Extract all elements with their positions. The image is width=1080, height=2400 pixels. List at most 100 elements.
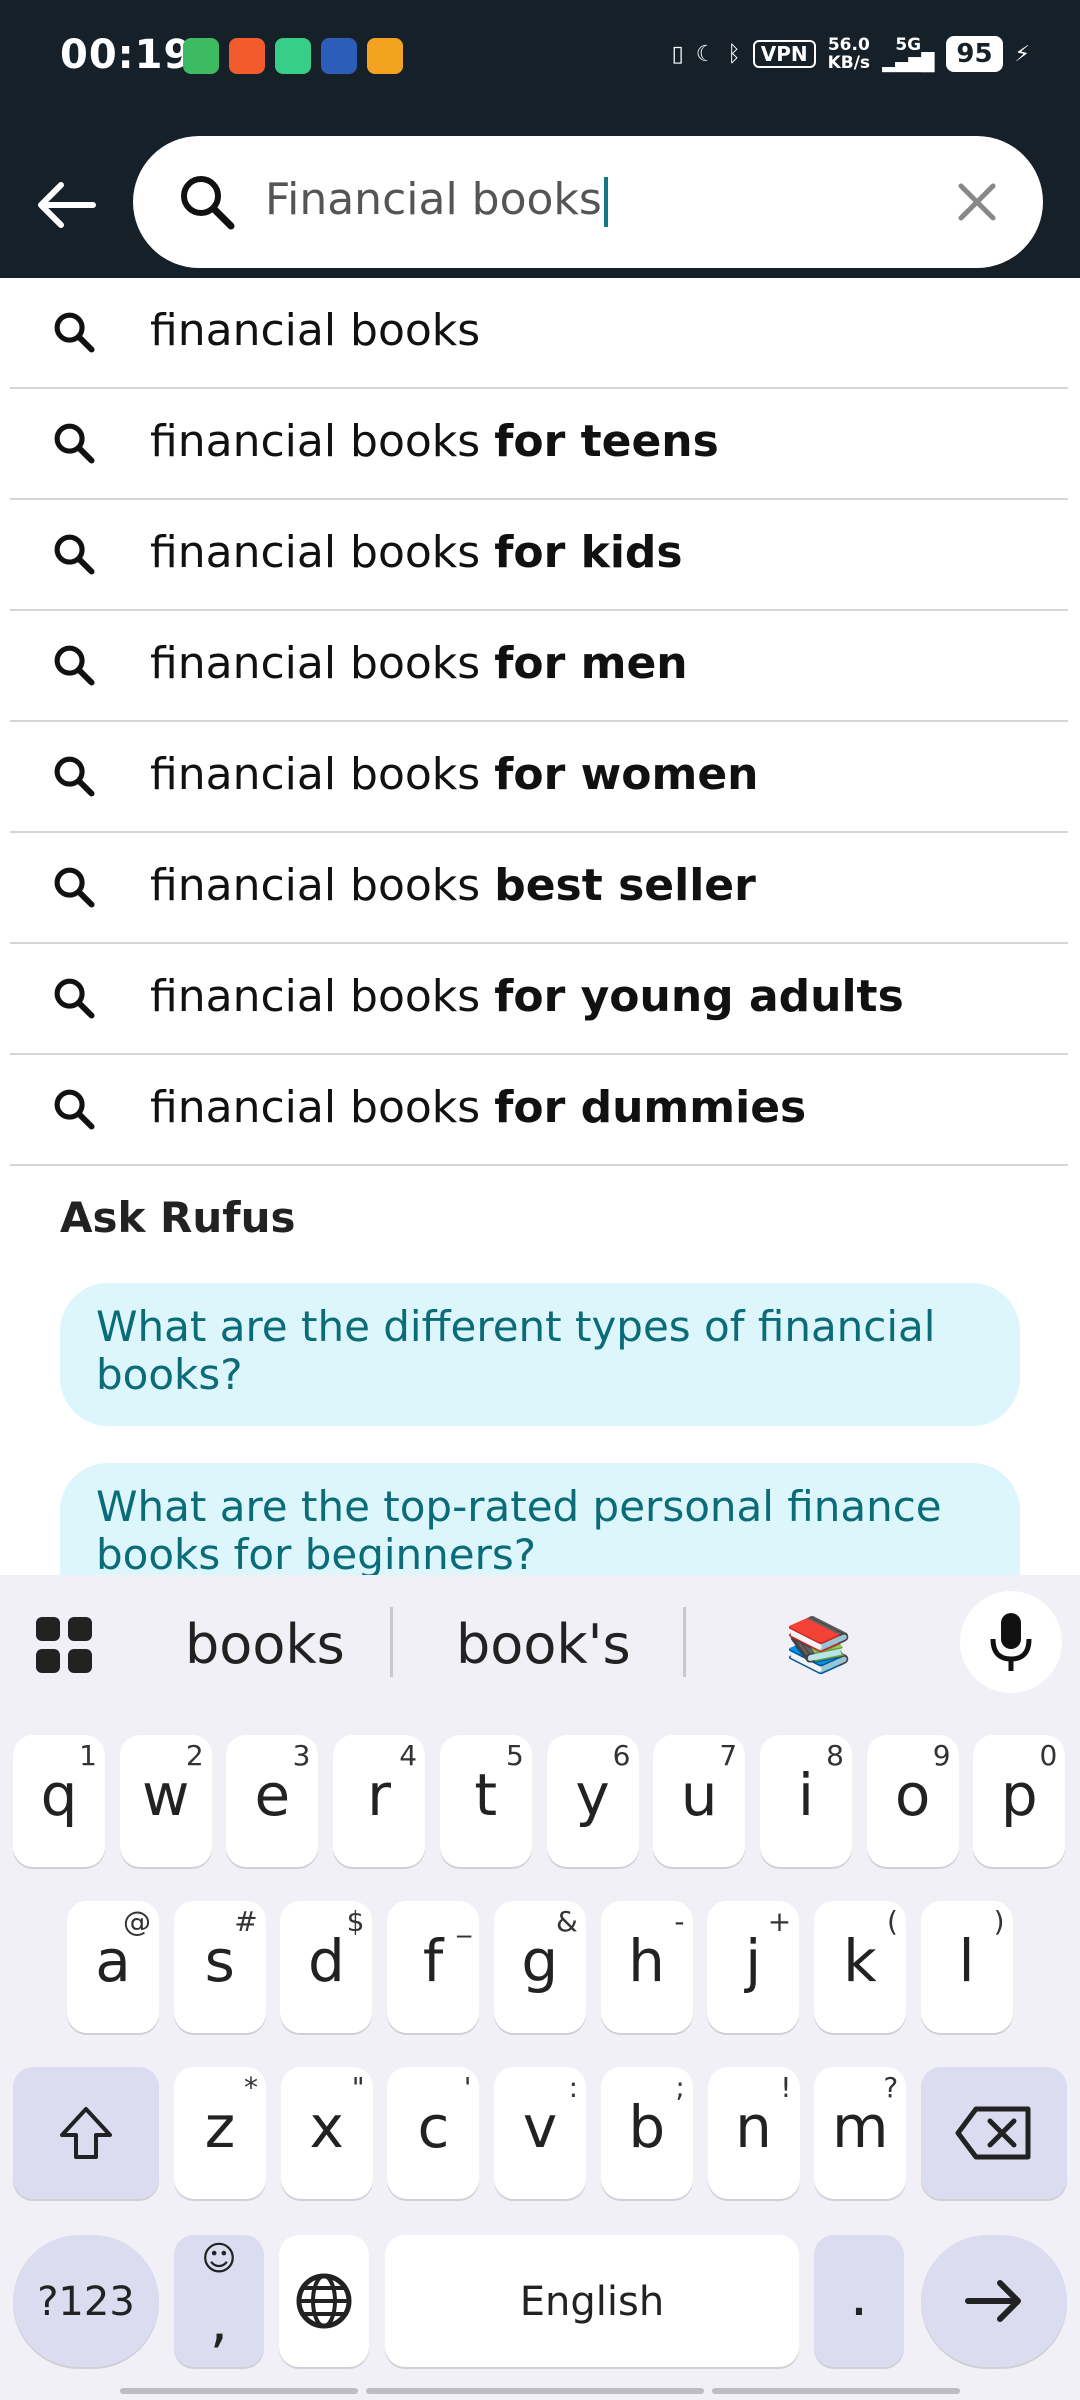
search-field[interactable]: Financial books bbox=[133, 136, 1043, 268]
key-g[interactable]: g & bbox=[493, 1901, 586, 2033]
key-secondary-label: $ bbox=[346, 1905, 365, 1938]
search-input[interactable]: Financial books bbox=[265, 174, 608, 227]
key-label: , bbox=[209, 2287, 229, 2355]
key-d[interactable]: d $ bbox=[280, 1901, 373, 2033]
period-key[interactable]: . bbox=[814, 2235, 904, 2367]
key-r[interactable]: r4 bbox=[333, 1735, 426, 1867]
key-j[interactable]: j + bbox=[707, 1901, 800, 2033]
emoji-suggestion[interactable]: 📚 bbox=[785, 1613, 852, 1677]
key-v[interactable]: v: bbox=[494, 2067, 587, 2199]
key-y[interactable]: y6 bbox=[546, 1735, 639, 1867]
suggestion-item[interactable]: financial books for dummies bbox=[10, 1055, 1068, 1166]
word-suggestion[interactable]: books bbox=[185, 1613, 345, 1676]
vpn-badge: VPN bbox=[752, 40, 816, 68]
text-cursor bbox=[603, 177, 608, 227]
net-speed-unit: KB/s bbox=[827, 53, 871, 73]
suggestion-item[interactable]: financial books for young adults bbox=[10, 944, 1068, 1055]
key-secondary-label: - bbox=[674, 1905, 685, 1938]
apps-grid-icon[interactable] bbox=[34, 1615, 94, 1675]
app-header: 00:19 ▯ ☾ ᛒ VPN 56.0 KB/s 5G ▂▄▆█ 95 ⚡ Fin… bbox=[0, 0, 1080, 278]
suggestion-text: financial books for dummies bbox=[150, 1082, 807, 1133]
search-icon bbox=[54, 312, 95, 353]
key-secondary-label: ' bbox=[463, 2071, 472, 2104]
key-l[interactable]: l) bbox=[920, 1901, 1013, 2033]
comma-key[interactable]: ☺, bbox=[174, 2235, 264, 2367]
suggestion-text: financial books best seller bbox=[150, 860, 756, 911]
key-n[interactable]: n! bbox=[707, 2067, 800, 2199]
net-speed-value: 56.0 bbox=[827, 35, 870, 55]
key-a[interactable]: a @ bbox=[67, 1901, 159, 2033]
key-i[interactable]: i8 bbox=[759, 1735, 852, 1867]
space-key[interactable]: English bbox=[385, 2235, 799, 2367]
key-o[interactable]: o9 bbox=[866, 1735, 959, 1867]
backspace-icon bbox=[955, 2106, 1031, 2160]
divider bbox=[683, 1607, 686, 1677]
app-icon bbox=[275, 38, 311, 74]
enter-key[interactable] bbox=[921, 2235, 1067, 2367]
back-button[interactable] bbox=[30, 168, 104, 242]
key-u[interactable]: u7 bbox=[653, 1735, 746, 1867]
key-secondary-label: ( bbox=[886, 1905, 898, 1938]
key-secondary-label: 0 bbox=[1039, 1739, 1058, 1772]
key-e[interactable]: e3 bbox=[226, 1735, 319, 1867]
voice-input-button[interactable] bbox=[960, 1591, 1062, 1693]
suggestion-item[interactable]: financial books for kids bbox=[10, 500, 1068, 611]
key-label: ?123 bbox=[37, 2279, 135, 2325]
key-secondary-label: & bbox=[555, 1905, 578, 1938]
back-arrow-icon bbox=[38, 182, 96, 228]
suggestion-text: financial books for men bbox=[150, 638, 688, 689]
word-suggestion[interactable]: book's bbox=[456, 1613, 631, 1676]
search-icon bbox=[54, 645, 95, 686]
app-icon bbox=[321, 38, 357, 74]
suggestion-item[interactable]: financial books for teens bbox=[10, 389, 1068, 500]
key-secondary-label: _ bbox=[457, 1905, 472, 1938]
key-secondary-label: " bbox=[351, 2071, 365, 2104]
language-key[interactable] bbox=[279, 2235, 369, 2367]
key-h[interactable]: h- bbox=[600, 1901, 693, 2033]
suggestion-item[interactable]: financial books for women bbox=[10, 722, 1068, 833]
gesture-bar bbox=[120, 2388, 960, 2394]
key-secondary-label: : bbox=[568, 2071, 579, 2104]
key-k[interactable]: k( bbox=[813, 1901, 906, 2033]
nav-segment bbox=[120, 2388, 359, 2394]
rufus-question-chip[interactable]: What are the different types of financia… bbox=[60, 1283, 1020, 1426]
key-t[interactable]: t5 bbox=[439, 1735, 532, 1867]
key-q[interactable]: q1 bbox=[13, 1735, 105, 1867]
search-icon bbox=[54, 534, 95, 575]
bluetooth-icon: ᛒ bbox=[727, 41, 741, 67]
globe-icon bbox=[296, 2273, 352, 2329]
search-suggestions: financial books financial books for teen… bbox=[10, 278, 1068, 1166]
key-c[interactable]: c ' bbox=[387, 2067, 480, 2199]
charging-icon: ⚡ bbox=[1014, 41, 1030, 67]
suggestion-item[interactable]: financial books for men bbox=[10, 611, 1068, 722]
key-secondary-label: ; bbox=[675, 2071, 685, 2104]
suggestion-item[interactable]: financial books bbox=[10, 278, 1068, 389]
suggestion-text: financial books for kids bbox=[150, 527, 683, 578]
search-icon bbox=[54, 867, 95, 908]
key-secondary-label: ? bbox=[883, 2071, 899, 2104]
search-icon bbox=[54, 1089, 95, 1130]
suggestion-text: financial books bbox=[150, 305, 481, 356]
key-f[interactable]: f _ bbox=[387, 1901, 480, 2033]
key-z[interactable]: z * bbox=[174, 2067, 266, 2199]
divider bbox=[390, 1607, 393, 1677]
search-query-text: Financial books bbox=[265, 174, 602, 225]
key-secondary-label: 1 bbox=[79, 1739, 97, 1772]
key-b[interactable]: b; bbox=[600, 2067, 693, 2199]
key-w[interactable]: w2 bbox=[119, 1735, 212, 1867]
key-p[interactable]: p0 bbox=[973, 1735, 1066, 1867]
key-m[interactable]: m? bbox=[814, 2067, 907, 2199]
key-secondary-label: 8 bbox=[826, 1739, 844, 1772]
close-icon[interactable] bbox=[951, 176, 1003, 228]
soft-keyboard: books book's 📚 q 1 w 2 e 3 r 4 t 5 y 6 u 7 i 8 o 9 p 0 a @ s # d… bbox=[0, 1575, 1080, 2400]
suggestion-text: financial books for young adults bbox=[150, 971, 904, 1022]
battery-indicator: 95 bbox=[946, 36, 1003, 72]
microphone-icon bbox=[990, 1613, 1032, 1671]
search-icon bbox=[54, 978, 95, 1019]
key-x[interactable]: x " bbox=[280, 2067, 373, 2199]
key-s[interactable]: s # bbox=[173, 1901, 266, 2033]
shift-key[interactable] bbox=[13, 2067, 159, 2199]
symbols-key[interactable]: ?123 bbox=[13, 2235, 159, 2367]
suggestion-item[interactable]: financial books best seller bbox=[10, 833, 1068, 944]
backspace-key[interactable] bbox=[921, 2067, 1067, 2199]
